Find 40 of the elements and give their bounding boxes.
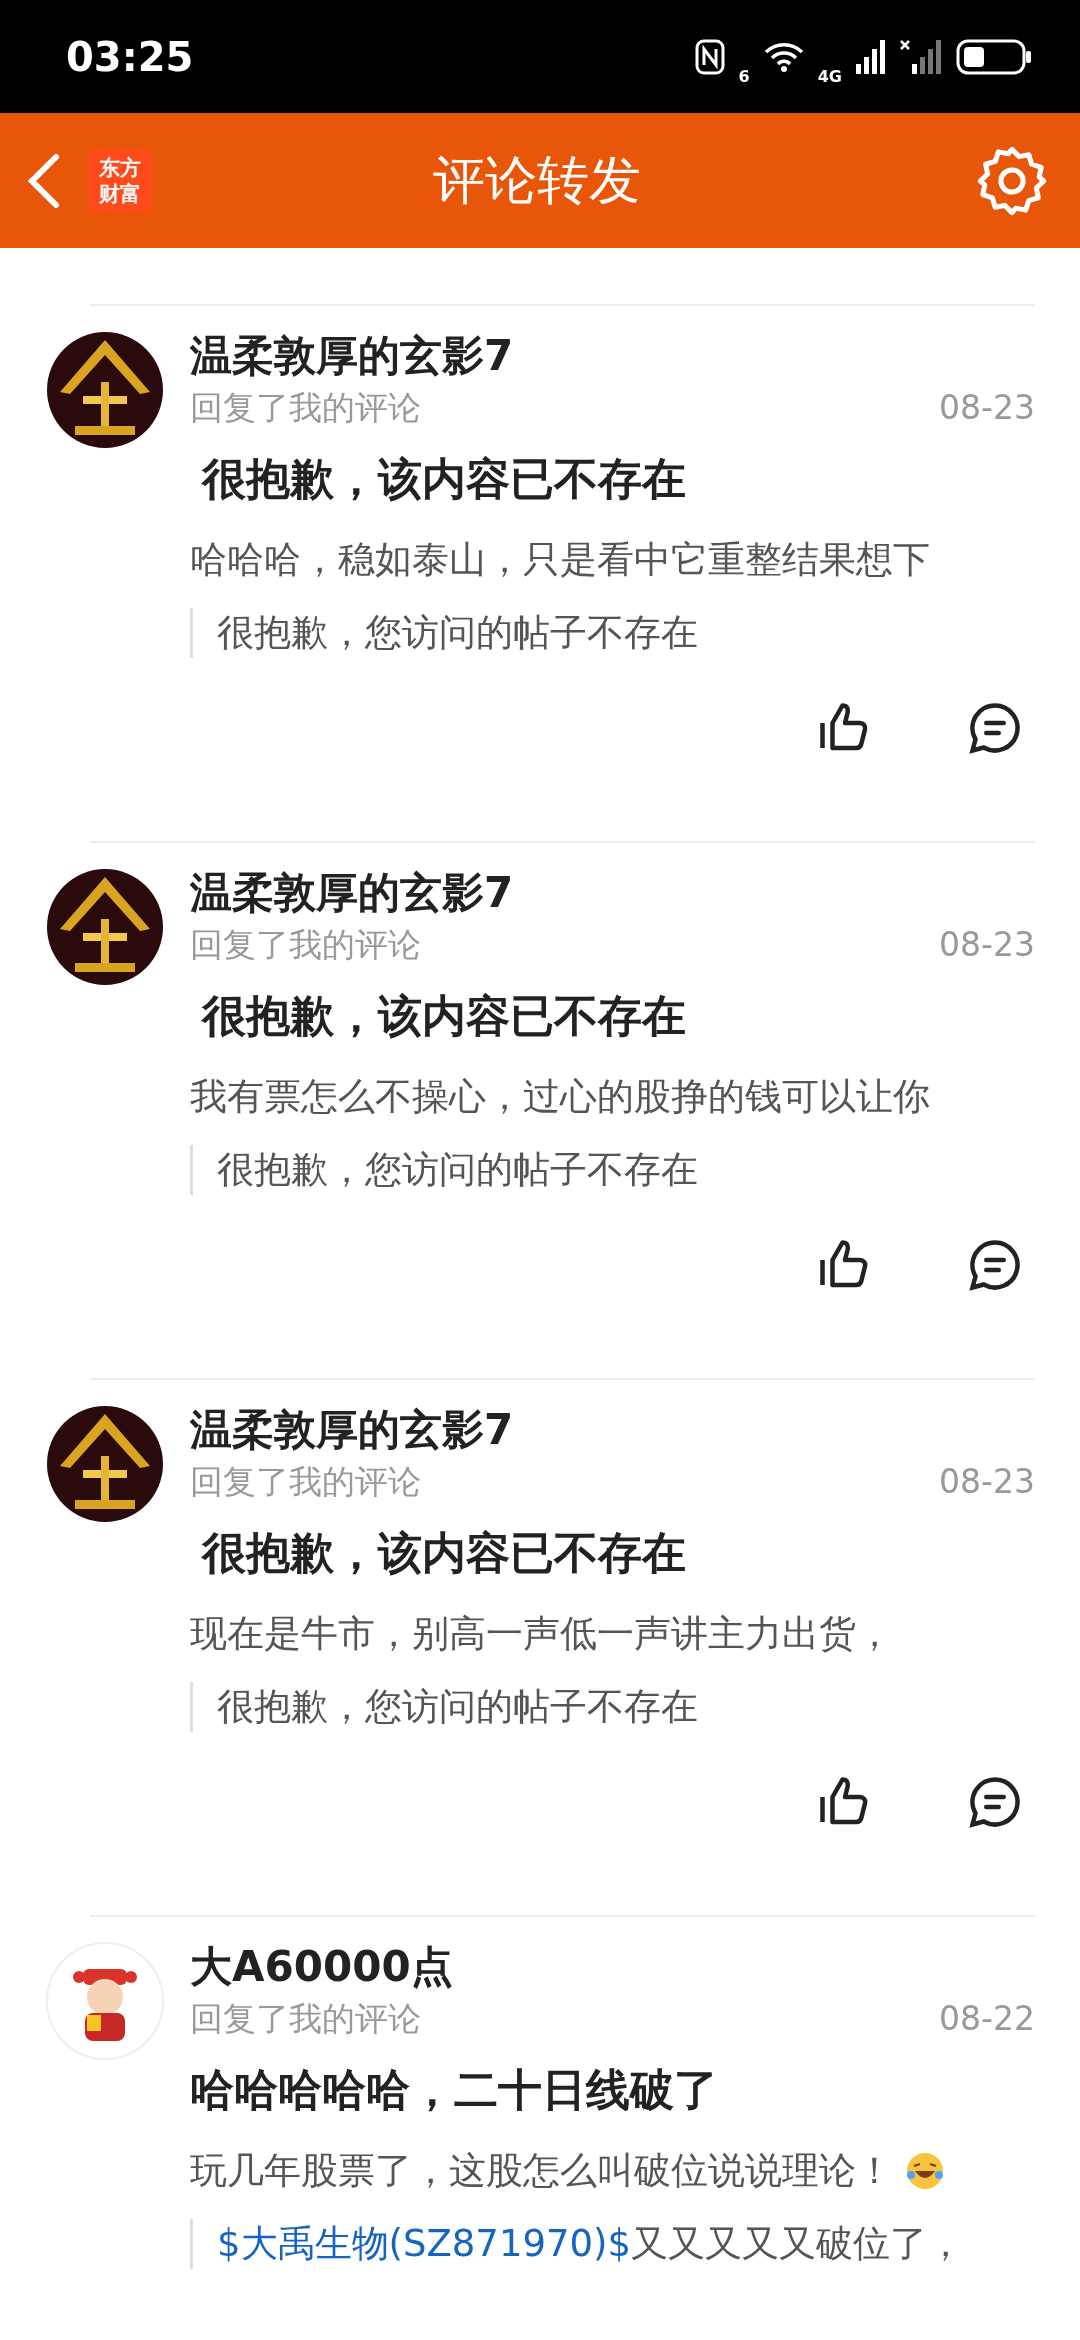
comment-date: 08-22 (939, 1998, 1035, 2040)
status-time: 03:25 (66, 33, 195, 80)
comment-text: 哈哈哈，稳如泰山，只是看中它重整结果想下 (190, 537, 930, 583)
comment-text: 我有票怎么不操心，过心的股挣的钱可以让你 (190, 1074, 930, 1120)
quoted-post[interactable]: 很抱歉，您访问的帖子不存在 (190, 1682, 1035, 1732)
comment-text: 现在是牛市，别高一声低一声讲主力出货， (190, 1611, 893, 1657)
quote-text: 很抱歉，您访问的帖子不存在 (217, 1684, 698, 1730)
quote-text: 又又又又又破位了， (631, 2221, 965, 2267)
quoted-post[interactable]: 很抱歉，您访问的帖子不存在 (190, 1145, 1035, 1195)
comment-title: 很抱歉，该内容已不存在 (200, 1526, 687, 1580)
comment-title: 哈哈哈哈哈，二十日线破了 (190, 2063, 719, 2117)
nfc-icon (694, 38, 725, 75)
quoted-post[interactable]: 很抱歉，您访问的帖子不存在 (190, 608, 1035, 658)
comment-text: 玩几年股票了，这股怎么叫破位说说理论！ (190, 2148, 893, 2194)
comment-date: 08-23 (939, 1461, 1035, 1503)
stock-link[interactable]: $大禹生物(SZ871970)$ (217, 2219, 632, 2269)
logo-text: 财富 (99, 180, 141, 207)
signal-icon (856, 39, 886, 74)
quote-text: 很抱歉，您访问的帖子不存在 (217, 1147, 698, 1193)
signal-icon (900, 39, 942, 74)
quote-text: 很抱歉，您访问的帖子不存在 (217, 610, 698, 656)
reply-label: 回复了我的评论 (190, 1998, 421, 2040)
comment-title: 很抱歉，该内容已不存在 (200, 452, 687, 506)
reply-label: 回复了我的评论 (190, 1461, 421, 1503)
comment-date: 08-23 (939, 924, 1035, 966)
network-label: 4G (817, 67, 842, 86)
wifi-icon (763, 40, 804, 73)
reply-label: 回复了我的评论 (190, 387, 421, 429)
comment-title: 很抱歉，该内容已不存在 (200, 989, 687, 1043)
logo-text: 东方 (99, 154, 141, 181)
comment-date: 08-23 (939, 387, 1035, 429)
battery-icon (956, 38, 1032, 75)
wifi-label: 6 (738, 67, 750, 86)
user-name[interactable]: 温柔敦厚的玄影7 (190, 1402, 1035, 1458)
quoted-post[interactable]: $大禹生物(SZ871970)$又又又又又破位了， (190, 2219, 1035, 2269)
user-name[interactable]: 温柔敦厚的玄影7 (190, 865, 1035, 921)
user-name[interactable]: 大A60000点 (190, 1939, 1035, 1995)
page-title: 评论转发 (433, 148, 641, 212)
reply-label: 回复了我的评论 (190, 924, 421, 966)
user-name[interactable]: 温柔敦厚的玄影7 (190, 328, 1035, 384)
